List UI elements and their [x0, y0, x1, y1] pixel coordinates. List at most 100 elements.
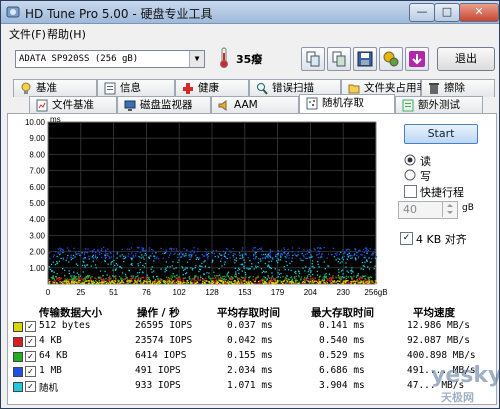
scatter-point [291, 280, 293, 282]
read-radio[interactable] [404, 154, 416, 166]
options-button[interactable] [379, 47, 403, 71]
exit-button[interactable]: 退出 [437, 47, 495, 71]
table-row[interactable]: ✓ 512 bytes 26595 IOPS 0.037 ms 0.141 ms 12.9… [9, 320, 493, 334]
series-checkbox[interactable]: ✓ [25, 336, 36, 347]
scatter-point [129, 278, 131, 280]
save-button[interactable] [353, 47, 377, 71]
series-checkbox[interactable]: ✓ [25, 321, 36, 332]
scatter-point [282, 276, 284, 278]
copy-info-button[interactable] [327, 47, 351, 71]
tab-health[interactable]: 健康 [175, 79, 249, 97]
table-row[interactable]: ✓ 64 KB 6414 IOPS 0.155 ms 0.529 ms 400.898 M… [9, 350, 493, 364]
scatter-point [194, 279, 196, 281]
scatter-point [205, 277, 207, 279]
scatter-point [314, 277, 316, 279]
drive-select[interactable]: ADATA SP920SS (256 gB) ▼ [15, 50, 205, 68]
x-tick-label: 25 [76, 288, 85, 297]
scatter-point [95, 282, 97, 284]
short-stroke-spinner[interactable] [442, 201, 457, 217]
scatter-point [338, 268, 340, 271]
tab-erase[interactable]: 擦除 [421, 79, 495, 97]
series-checkbox[interactable]: ✓ [25, 366, 36, 377]
scatter-point [58, 260, 60, 262]
chevron-down-icon[interactable]: ▼ [189, 51, 204, 67]
tab-random-access[interactable]: 随机存取 [299, 94, 395, 114]
cell-max-time: 0.529 ms [319, 350, 365, 361]
tab-disk-monitor[interactable]: 磁盘监视器 [117, 96, 211, 114]
scatter-point [347, 248, 349, 250]
cell-ops: 6414 IOPS [135, 350, 187, 361]
watermark-sub: 天极网 [441, 391, 474, 404]
scatter-point [278, 269, 280, 271]
scatter-point [198, 265, 201, 267]
scatter-point [345, 266, 347, 268]
scatter-point [220, 280, 222, 282]
scatter-point [267, 282, 269, 285]
scatter-point [164, 268, 166, 271]
scatter-point [371, 281, 373, 283]
scatter-point [222, 250, 225, 252]
copy-button[interactable] [301, 47, 325, 71]
scatter-point [277, 254, 280, 256]
scatter-point [178, 253, 181, 255]
series-color-swatch[interactable] [13, 322, 23, 332]
tab-extra-tests[interactable]: 额外测试 [395, 96, 483, 114]
series-color-swatch[interactable] [13, 337, 23, 347]
table-row[interactable]: ✓ 随机 933 IOPS 1.071 ms 3.904 ms 47... MB/s [9, 380, 493, 394]
scatter-point [272, 277, 274, 279]
scatter-point [186, 280, 188, 282]
close-button[interactable]: ✕ [459, 3, 499, 22]
tab-aam[interactable]: AAM [211, 96, 299, 114]
scatter-point [78, 253, 80, 255]
scatter-point [369, 278, 371, 280]
align-4kb-checkbox[interactable]: ✓ [400, 232, 413, 245]
scatter-point [201, 283, 204, 285]
scatter-point [346, 258, 348, 260]
write-radio[interactable] [404, 169, 416, 181]
table-row[interactable]: ✓ 1 MB 491 IOPS 2.034 ms 6.686 ms 491.... MB/… [9, 365, 493, 379]
menu-help[interactable]: 帮助(H) [47, 26, 86, 42]
scatter-point [83, 252, 85, 254]
scatter-point [170, 252, 172, 254]
scatter-point [311, 263, 313, 265]
series-color-swatch[interactable] [13, 382, 23, 392]
maximize-button[interactable]: □ [434, 3, 460, 22]
scatter-point [167, 283, 169, 285]
download-button[interactable] [405, 47, 429, 71]
speaker-icon [218, 100, 227, 111]
scatter-point [224, 255, 226, 258]
tab-file-benchmark[interactable]: 文件基准 [29, 96, 117, 114]
options-icon [383, 51, 399, 67]
scatter-point [110, 252, 112, 254]
series-color-swatch[interactable] [13, 352, 23, 362]
scatter-point [140, 277, 142, 279]
start-button[interactable]: Start [404, 124, 478, 144]
scatter-point [153, 255, 155, 257]
scatter-point [190, 256, 192, 259]
results-table: 传输数据大小 操作 / 秒 平均存取时间 最大存取时间 平均速度 ✓ 512 by… [9, 305, 493, 403]
scatter-point [345, 262, 347, 264]
tab-info[interactable]: 信息 [97, 79, 175, 97]
scatter-point [363, 256, 365, 259]
menu-file[interactable]: 文件(F) [9, 26, 46, 42]
series-checkbox[interactable]: ✓ [25, 351, 36, 362]
scatter-point [136, 251, 138, 253]
tab-benchmark[interactable]: 基准 [13, 79, 97, 97]
scatter-point [270, 267, 273, 270]
scatter-point [350, 257, 352, 259]
minimize-button[interactable]: — [409, 3, 435, 22]
title-bar[interactable]: HD Tune Pro 5.00 - 硬盘专业工具 — □ ✕ [1, 1, 499, 24]
scatter-point [134, 280, 136, 282]
table-row[interactable]: ✓ 4 KB 23574 IOPS 0.042 ms 0.540 ms 92.087 MB… [9, 335, 493, 349]
scatter-point [238, 282, 240, 284]
scatter-point [171, 278, 173, 280]
scatter-point [345, 275, 348, 277]
scatter-point [113, 255, 115, 257]
scatter-point [231, 278, 233, 280]
series-checkbox[interactable]: ✓ [25, 381, 36, 392]
cell-ops: 26595 IOPS [135, 320, 193, 331]
series-color-swatch[interactable] [13, 367, 23, 377]
scatter-point [81, 264, 84, 267]
short-stroke-checkbox[interactable] [404, 185, 417, 198]
scatter-point [152, 277, 155, 279]
